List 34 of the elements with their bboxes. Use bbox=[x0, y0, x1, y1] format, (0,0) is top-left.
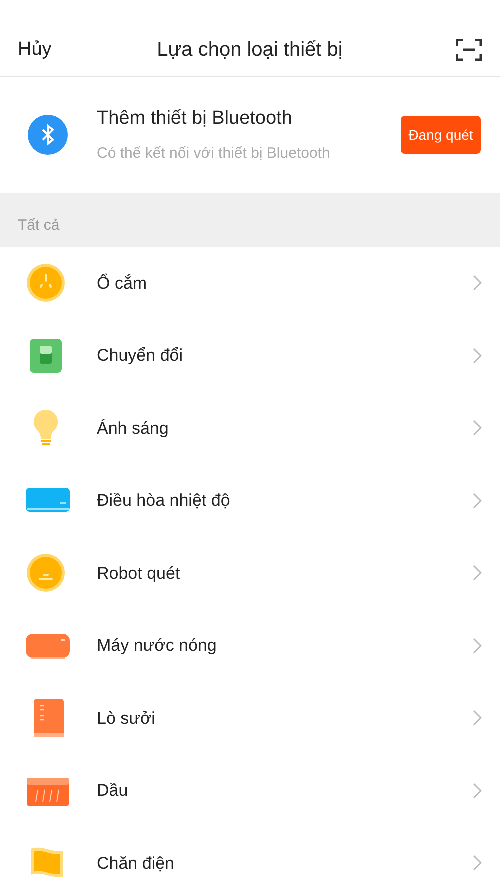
chevron-right-icon bbox=[473, 420, 482, 436]
chevron-right-icon bbox=[473, 782, 482, 799]
chevron-right-icon bbox=[473, 638, 482, 654]
bluetooth-icon bbox=[28, 115, 68, 155]
device-type-item[interactable]: Máy nước nóng bbox=[0, 610, 500, 682]
chevron-right-icon bbox=[473, 710, 482, 726]
device-type-label: Robot quét bbox=[97, 562, 182, 584]
device-type-label: Lò sưởi bbox=[97, 708, 156, 730]
device-type-item[interactable]: Ánh sáng bbox=[0, 392, 500, 464]
device-type-item[interactable]: Dầu bbox=[0, 754, 500, 827]
device-type-item[interactable]: Ổ cắm bbox=[0, 247, 500, 320]
device-type-label: Máy nước nóng bbox=[97, 635, 218, 657]
chevron-right-icon bbox=[473, 565, 482, 582]
chevron-right-icon bbox=[473, 492, 482, 509]
bluetooth-subtitle: Có thể kết nối với thiết bị Bluetooth bbox=[97, 144, 332, 164]
device-type-label: Điều hòa nhiệt độ bbox=[97, 490, 232, 512]
chevron-right-icon bbox=[473, 275, 482, 292]
scan-icon[interactable] bbox=[456, 39, 482, 61]
device-type-item[interactable]: Chuyển đổi bbox=[0, 320, 500, 392]
device-type-label: Chăn điện bbox=[97, 852, 176, 874]
section-label: Tất cả bbox=[18, 216, 60, 236]
chevron-right-icon bbox=[473, 855, 482, 872]
device-type-item[interactable]: Robot quét bbox=[0, 537, 500, 610]
device-type-label: Ánh sáng bbox=[97, 418, 170, 440]
page-title: Lựa chọn loại thiết bị bbox=[156, 38, 344, 63]
device-type-item[interactable]: Chăn điện bbox=[0, 827, 500, 888]
cancel-button[interactable]: Hủy bbox=[18, 36, 98, 64]
device-type-label: Chuyển đổi bbox=[97, 345, 184, 367]
device-type-item[interactable]: Lò sưởi bbox=[0, 682, 500, 754]
device-type-label: Ổ cắm bbox=[97, 272, 148, 294]
device-type-label: Dầu bbox=[97, 780, 130, 802]
chevron-right-icon bbox=[473, 348, 482, 364]
device-type-item[interactable]: Điều hòa nhiệt độ bbox=[0, 464, 500, 537]
bluetooth-title: Thêm thiết bị Bluetooth bbox=[97, 106, 294, 130]
